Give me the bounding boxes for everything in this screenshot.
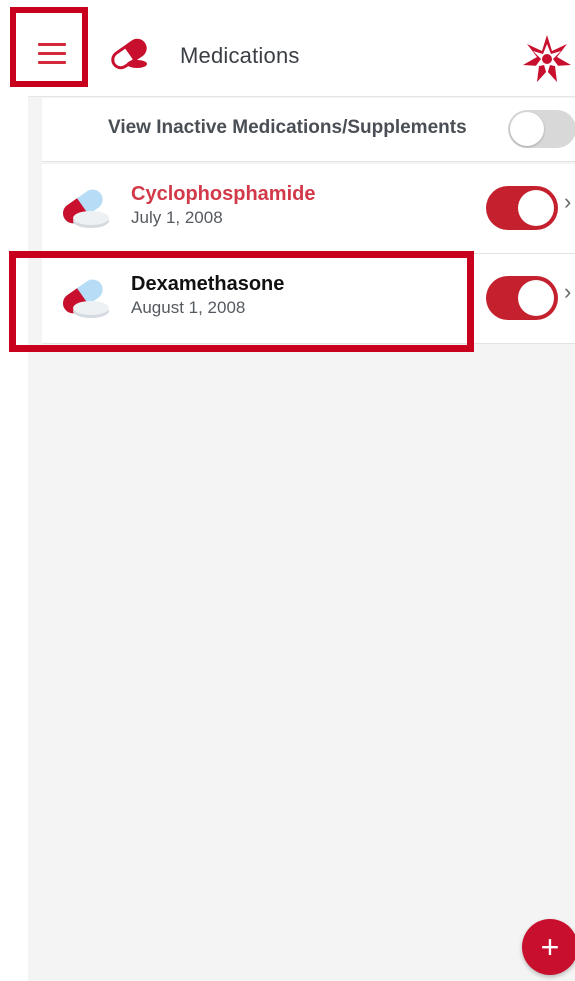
toggle-knob [518, 280, 554, 316]
medication-date: July 1, 2008 [131, 208, 223, 227]
inactive-filter-label: View Inactive Medications/Supplements [108, 117, 467, 138]
pill-capsule-icon [111, 38, 147, 70]
inactive-medications-filter: View Inactive Medications/Supplements [42, 98, 575, 162]
medication-active-toggle[interactable] [486, 276, 558, 320]
app-bar: Medications [0, 0, 575, 96]
medication-row-cyclophosphamide[interactable]: Cyclophosphamide July 1, 2008 › [42, 164, 575, 254]
add-medication-button[interactable]: + [522, 919, 575, 975]
toggle-knob [510, 112, 544, 146]
chevron-right-icon[interactable]: › [564, 191, 571, 213]
selected-medication-highlight [9, 251, 474, 352]
medications-screen: Medications View Inactive Medications/Su… [0, 0, 575, 981]
page-title: Medications [180, 43, 300, 68]
menu-button-highlight [10, 7, 88, 87]
chevron-right-icon[interactable]: › [564, 281, 571, 303]
inactive-filter-toggle[interactable] [508, 110, 575, 148]
medication-active-toggle[interactable] [486, 186, 558, 230]
medication-name: Cyclophosphamide [131, 183, 316, 205]
toggle-knob [518, 190, 554, 226]
medication-pill-icon [62, 189, 109, 228]
red-star-logo-icon [523, 35, 571, 82]
